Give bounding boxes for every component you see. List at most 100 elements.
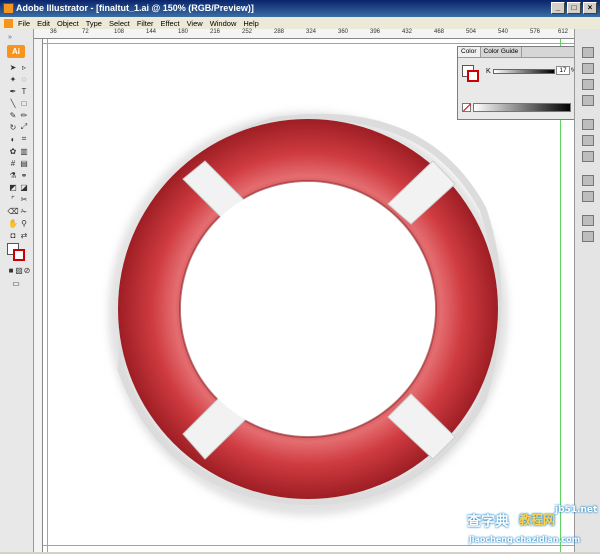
hand-tool-icon[interactable]: ✋ <box>8 218 18 228</box>
free-transform-tool-icon[interactable]: ⌗ <box>19 134 29 144</box>
panel-stroke-swatch[interactable] <box>467 70 479 82</box>
eyedropper-tool-icon[interactable]: ⚗ <box>8 170 18 180</box>
dock-gradient-icon[interactable] <box>582 135 594 146</box>
menu-type[interactable]: Type <box>86 19 102 28</box>
right-panel-dock <box>574 29 600 552</box>
pen-tool-icon[interactable]: ✒ <box>8 86 18 96</box>
menu-effect[interactable]: Effect <box>161 19 180 28</box>
dock-swatches-icon[interactable] <box>582 63 594 74</box>
stroke-swatch[interactable] <box>13 249 25 261</box>
scissors-tool-icon[interactable]: ✁ <box>19 206 29 216</box>
ruler-tick: 216 <box>210 29 221 35</box>
site-watermark: 查字典 教程网 jb51.net jiaocheng.chazidian.com <box>465 505 600 552</box>
screen-mode-icon[interactable]: ▭ <box>11 278 21 288</box>
blend-tool-icon[interactable]: ⚭ <box>19 170 29 180</box>
dock-artboards-icon[interactable] <box>582 231 594 242</box>
ruler-tick: 36 <box>50 29 57 35</box>
line-tool-icon[interactable]: ╲ <box>8 98 18 108</box>
k-slider[interactable] <box>493 69 555 74</box>
dock-appearance-icon[interactable] <box>582 175 594 186</box>
gradient-tool-icon[interactable]: ▤ <box>19 158 29 168</box>
ruler-tick: 468 <box>434 29 445 35</box>
menu-help[interactable]: Help <box>243 19 258 28</box>
default-colors-icon[interactable]: ◘ <box>8 230 18 240</box>
live-paint-tool-icon[interactable]: ◩ <box>8 182 18 192</box>
menu-filter[interactable]: Filter <box>137 19 154 28</box>
zoom-tool-icon[interactable]: ⚲ <box>19 218 29 228</box>
document-icon[interactable] <box>4 18 13 28</box>
watermark-sub: jiaocheng.chazidian.com <box>469 535 581 544</box>
illustrator-app-icon <box>3 3 14 14</box>
none-mode-icon[interactable]: ⊘ <box>22 265 32 275</box>
dock-layers-icon[interactable] <box>582 215 594 226</box>
mesh-tool-icon[interactable]: # <box>8 158 18 168</box>
paintbrush-tool-icon[interactable]: ✎ <box>8 110 18 120</box>
none-swatch-icon[interactable] <box>462 103 471 112</box>
watermark-domain: jb51.net <box>555 505 598 515</box>
ruler-tick: 144 <box>146 29 157 35</box>
ring-center-hole <box>181 182 435 436</box>
ruler-tick: 288 <box>274 29 285 35</box>
symbol-sprayer-tool-icon[interactable]: ✿ <box>8 146 18 156</box>
lasso-tool-icon[interactable]: ◌ <box>19 74 29 84</box>
menu-select[interactable]: Select <box>109 19 130 28</box>
menu-bar: File Edit Object Type Select Filter Effe… <box>0 17 600 29</box>
window-titlebar: Adobe Illustrator - [finaltut_1.ai @ 150… <box>0 0 600 17</box>
dock-color-icon[interactable] <box>582 47 594 58</box>
dock-symbols-icon[interactable] <box>582 95 594 106</box>
ruler-tick: 540 <box>498 29 509 35</box>
magic-wand-tool-icon[interactable]: ✦ <box>8 74 18 84</box>
dock-stroke-icon[interactable] <box>582 119 594 130</box>
panel-grip-icon[interactable]: » <box>8 34 12 41</box>
menu-window[interactable]: Window <box>210 19 237 28</box>
warp-tool-icon[interactable]: ◐ <box>8 134 18 144</box>
ruler-tick: 72 <box>82 29 89 35</box>
rectangle-tool-icon[interactable]: □ <box>19 98 29 108</box>
dock-brushes-icon[interactable] <box>582 79 594 90</box>
rotate-tool-icon[interactable]: ↻ <box>8 122 18 132</box>
pencil-tool-icon[interactable]: ✏ <box>19 110 29 120</box>
tab-color-guide[interactable]: Color Guide <box>481 47 523 57</box>
channel-label: K <box>486 68 491 75</box>
illustrator-logo: Ai <box>7 45 25 58</box>
graph-tool-icon[interactable]: ▥ <box>19 146 29 156</box>
tab-color[interactable]: Color <box>458 47 481 57</box>
grayscale-spectrum-bar[interactable] <box>473 103 571 112</box>
tools-panel: » Ai ➤ ▹ ✦ ◌ ✒ T ╲ □ ✎ ✏ ↻ ⤢ ◐ ⌗ ✿ ▥ # ▤… <box>0 29 34 552</box>
guide-line-top <box>43 43 574 44</box>
ruler-tick: 180 <box>178 29 189 35</box>
selection-tool-icon[interactable]: ➤ <box>8 62 18 72</box>
menu-file[interactable]: File <box>18 19 30 28</box>
slice-tool-icon[interactable]: ✂ <box>19 194 29 204</box>
color-panel: Color Color Guide K 17 % <box>457 46 577 120</box>
swap-colors-icon[interactable]: ⇄ <box>19 230 29 240</box>
maximize-button[interactable]: □ <box>567 2 581 14</box>
menu-object[interactable]: Object <box>57 19 79 28</box>
guide-line-left <box>47 39 48 552</box>
menu-edit[interactable]: Edit <box>37 19 50 28</box>
watermark-line2: 教程网 <box>519 513 556 527</box>
ruler-tick: 432 <box>402 29 413 35</box>
direct-selection-tool-icon[interactable]: ▹ <box>19 62 29 72</box>
dock-graphic-styles-icon[interactable] <box>582 191 594 202</box>
watermark-line1: 查字典 <box>467 514 509 530</box>
ruler-tick: 612 <box>558 29 569 35</box>
k-value-input[interactable]: 17 <box>556 66 570 75</box>
ruler-tick: 252 <box>242 29 253 35</box>
ruler-tick: 504 <box>466 29 477 35</box>
ruler-tick: 396 <box>370 29 381 35</box>
minimize-button[interactable]: _ <box>551 2 565 14</box>
type-tool-icon[interactable]: T <box>19 86 29 96</box>
ruler-tick: 108 <box>114 29 125 35</box>
scale-tool-icon[interactable]: ⤢ <box>19 122 29 132</box>
menu-view[interactable]: View <box>187 19 203 28</box>
vertical-ruler <box>34 39 43 552</box>
live-paint-selection-tool-icon[interactable]: ◪ <box>19 182 29 192</box>
ruler-tick: 576 <box>530 29 541 35</box>
crop-tool-icon[interactable]: ⌜ <box>8 194 18 204</box>
ruler-tick: 324 <box>306 29 317 35</box>
eraser-tool-icon[interactable]: ⌫ <box>7 206 18 216</box>
close-button[interactable]: × <box>583 2 597 14</box>
dock-transparency-icon[interactable] <box>582 151 594 162</box>
horizontal-ruler: 36 72 108 144 180 216 252 288 324 360 39… <box>34 29 574 39</box>
